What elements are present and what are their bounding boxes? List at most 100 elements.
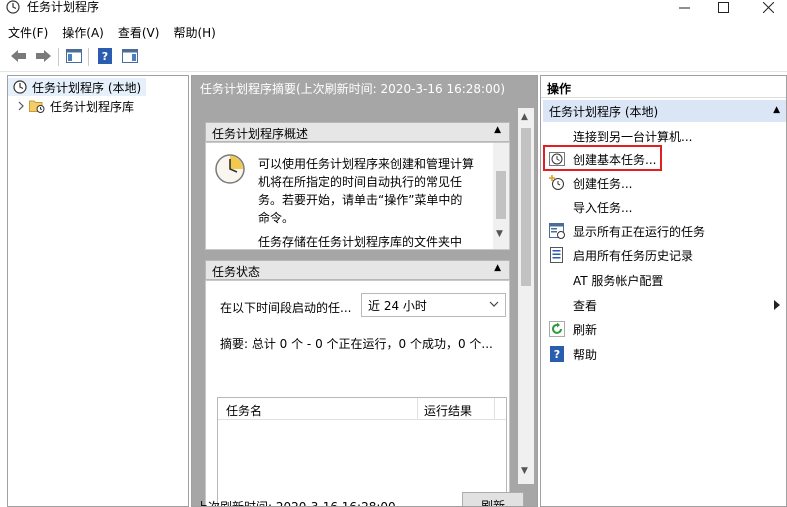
time-range-value: 近 24 小时: [368, 298, 427, 313]
overview-text-line: 可以使用任务计划程序来创建和管理计算: [258, 157, 475, 171]
last-refresh-text: 上次刷新时间: 2020-3-16 16:28:00: [196, 500, 396, 507]
status-summary: 摘要: 总计 0 个 - 0 个正在运行，0 个成功，0 个...: [220, 337, 493, 351]
history-icon: [549, 247, 565, 263]
toolbar-separator: [88, 48, 89, 66]
chevron-up-icon[interactable]: ▲: [521, 112, 528, 122]
action-connect-computer[interactable]: 连接到另一台计算机...: [541, 125, 786, 147]
menu-action[interactable]: 操作(A): [62, 24, 104, 41]
task-list-header: 任务名 运行结果: [218, 398, 506, 420]
chevron-down-icon: [489, 298, 499, 312]
section-title: 任务计划程序概述: [212, 127, 309, 141]
forward-arrow-icon: [34, 49, 52, 66]
action-at-service-account[interactable]: AT 服务帐户配置: [541, 269, 786, 291]
toolbar: ?: [0, 44, 787, 72]
actions-group-header[interactable]: 任务计划程序 (本地) ▲: [543, 100, 786, 122]
console-tree-icon: [66, 48, 82, 66]
menu-file[interactable]: 文件(F): [8, 24, 48, 41]
status-section-header[interactable]: 任务状态 ▲: [205, 260, 510, 280]
column-divider: [417, 398, 418, 420]
chevron-right-icon[interactable]: [17, 101, 25, 111]
summary-pane: 任务计划程序摘要(上次刷新时间: 2020-3-16 16:28:00) 任务计…: [191, 75, 538, 507]
overview-text-line: 务。若要开始，请单击“操作”菜单中的: [258, 193, 463, 207]
action-view[interactable]: 查看: [541, 294, 786, 316]
action-label: 连接到另一台计算机...: [573, 129, 693, 144]
overview-text-line: 机将在所指定的时间自动执行的常见任: [258, 175, 463, 189]
filter-label: 在以下时间段启动的任...: [220, 301, 352, 315]
refresh-button[interactable]: 刷新: [462, 492, 524, 506]
help-icon: ?: [97, 47, 113, 67]
window-title: 任务计划程序: [27, 0, 100, 14]
action-help[interactable]: ? 帮助: [541, 343, 786, 365]
clock-icon: [6, 0, 20, 14]
tree-item-label: 任务计划程序 (本地): [32, 80, 142, 95]
time-range-select[interactable]: 近 24 小时: [361, 293, 506, 317]
section-title: 任务状态: [212, 265, 261, 279]
menu-bar: 文件(F) 操作(A) 查看(V) 帮助(H): [0, 22, 787, 42]
back-arrow-icon: [10, 49, 28, 66]
overview-scrollbar[interactable]: ▼: [493, 143, 509, 249]
action-display-running-tasks[interactable]: 显示所有正在运行的任务: [541, 220, 786, 242]
submenu-arrow-icon: [774, 299, 780, 313]
action-label: 查看: [573, 298, 598, 313]
svg-text:?: ?: [102, 50, 108, 63]
overview-section-body: 可以使用任务计划程序来创建和管理计算 机将在所指定的时间自动执行的常见任 务。若…: [205, 142, 510, 250]
title-bar: 任务计划程序: [0, 0, 787, 22]
action-label: 显示所有正在运行的任务: [573, 224, 706, 239]
action-label: 刷新: [573, 322, 598, 337]
minimize-button[interactable]: [669, 0, 699, 18]
collapse-icon[interactable]: ▲: [494, 125, 501, 135]
tree-item-library[interactable]: 任务计划程序库: [8, 97, 134, 115]
show-action-pane-button[interactable]: [121, 48, 139, 66]
forward-button[interactable]: [34, 49, 52, 65]
task-list[interactable]: 任务名 运行结果: [217, 397, 507, 506]
action-create-task[interactable]: 创建任务...: [541, 172, 786, 194]
toolbar-separator: [58, 48, 59, 66]
back-button[interactable]: [10, 49, 28, 65]
menu-view[interactable]: 查看(V): [118, 24, 160, 41]
column-header-name[interactable]: 任务名: [226, 402, 262, 419]
action-pane-icon: [122, 48, 138, 66]
action-label: 启用所有任务历史记录: [573, 248, 694, 263]
running-tasks-icon: [549, 223, 565, 239]
chevron-down-icon[interactable]: ▼: [496, 229, 503, 239]
overview-text-line: 命令。: [258, 211, 295, 225]
tree-item-label: 任务计划程序库: [50, 99, 135, 114]
actions-title: 操作: [541, 76, 786, 98]
action-label: 导入任务...: [573, 200, 633, 215]
summary-scrollbar[interactable]: ▲ ▼: [518, 108, 534, 484]
action-label: AT 服务帐户配置: [573, 273, 664, 288]
collapse-icon[interactable]: ▲: [494, 263, 501, 273]
action-refresh[interactable]: 刷新: [541, 318, 786, 340]
maximize-button[interactable]: [708, 0, 738, 18]
action-label: 创建任务...: [573, 176, 633, 191]
column-divider: [494, 398, 495, 420]
column-header-result[interactable]: 运行结果: [424, 402, 472, 419]
overview-section-header[interactable]: 任务计划程序概述 ▲: [205, 122, 510, 142]
folder-clock-icon: [29, 99, 45, 113]
help-icon: ?: [549, 346, 565, 362]
console-tree: 任务计划程序 (本地) 任务计划程序库: [7, 75, 189, 507]
chevron-down-icon[interactable]: ▼: [521, 466, 528, 476]
refresh-icon: [549, 321, 565, 337]
collapse-icon[interactable]: ▲: [773, 105, 780, 115]
help-toolbar-button[interactable]: ?: [96, 47, 114, 67]
close-button[interactable]: [753, 0, 783, 18]
tree-item-local[interactable]: 任务计划程序 (本地): [8, 78, 146, 96]
action-enable-history[interactable]: 启用所有任务历史记录: [541, 244, 786, 266]
clock-icon: [13, 80, 27, 94]
action-import-task[interactable]: 导入任务...: [541, 196, 786, 218]
action-label: 帮助: [573, 347, 598, 362]
scrollbar-thumb[interactable]: [496, 171, 506, 219]
scrollbar-thumb[interactable]: [521, 128, 531, 286]
task-clock-icon: [549, 151, 565, 167]
menu-help[interactable]: 帮助(H): [173, 24, 215, 41]
action-create-basic-task[interactable]: 创建基本任务...: [541, 148, 786, 170]
actions-pane: 操作 任务计划程序 (本地) ▲ 连接到另一台计算机... 创建基本任务... …: [540, 75, 787, 507]
show-console-tree-button[interactable]: [65, 48, 83, 66]
action-label: 创建基本任务...: [573, 152, 657, 167]
new-task-icon: [549, 175, 565, 191]
overview-text-line: 任务存储在任务计划程序库的文件夹中: [258, 235, 463, 249]
summary-header: 任务计划程序摘要(上次刷新时间: 2020-3-16 16:28:00): [192, 76, 537, 100]
svg-text:?: ?: [554, 348, 560, 361]
actions-group-label: 任务计划程序 (本地): [549, 104, 659, 119]
